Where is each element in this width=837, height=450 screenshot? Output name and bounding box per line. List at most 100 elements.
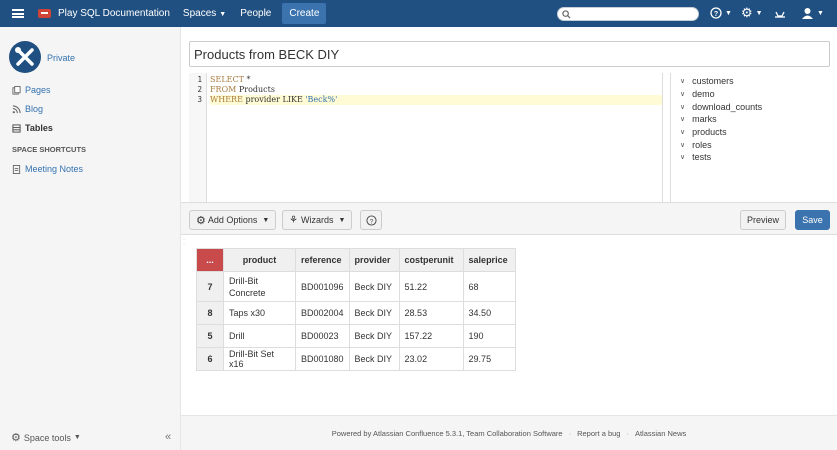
row-id[interactable]: 7 bbox=[196, 271, 224, 302]
space-sidebar: Private Pages Blog Tables SPACE SHORTCUT… bbox=[0, 27, 181, 450]
table-cell[interactable]: BD00023 bbox=[295, 324, 350, 348]
table-name: products bbox=[692, 127, 727, 138]
create-button[interactable]: Create bbox=[282, 3, 327, 24]
user-menu[interactable]: ▼ bbox=[801, 7, 824, 20]
notifications-button[interactable] bbox=[774, 7, 786, 19]
sidebar-item-label: Tables bbox=[25, 123, 53, 133]
column-header[interactable]: provider bbox=[348, 248, 400, 272]
wizards-label: Wizards bbox=[300, 215, 334, 225]
table-item-demo[interactable]: ∨ demo bbox=[680, 88, 762, 101]
collapse-sidebar-button[interactable]: « bbox=[165, 431, 171, 443]
table-item-tests[interactable]: ∨ tests bbox=[680, 151, 762, 164]
table-cell[interactable]: 51.22 bbox=[398, 271, 464, 302]
people-link[interactable]: People bbox=[240, 8, 271, 19]
row-id[interactable]: 8 bbox=[196, 301, 224, 325]
sql-text: * bbox=[243, 75, 251, 84]
table-item-products[interactable]: ∨ products bbox=[680, 126, 762, 139]
table-cell[interactable]: 29.75 bbox=[462, 347, 516, 371]
chevron-down-icon: ▼ bbox=[817, 10, 824, 17]
line-number: 1 bbox=[197, 75, 202, 84]
table-item-marks[interactable]: ∨ marks bbox=[680, 113, 762, 126]
space-tools-label: Space tools bbox=[23, 432, 71, 443]
table-name: demo bbox=[692, 89, 715, 100]
table-row: 6 Drill-Bit Set x16 BD001080 Beck DIY 23… bbox=[196, 347, 516, 371]
editor-toolbar: ⚙ Add Options ▼ ⚘ Wizards ▼ ? Preview Sa… bbox=[181, 202, 837, 235]
table-item-download-counts[interactable]: ∨ download_counts bbox=[680, 100, 762, 113]
table-cell[interactable]: Drill-Bit Set x16 bbox=[223, 347, 296, 371]
table-cell[interactable]: Drill-Bit Concrete bbox=[223, 271, 296, 302]
sidebar-item-pages[interactable]: Pages bbox=[12, 85, 51, 95]
space-avatar[interactable] bbox=[9, 41, 41, 73]
table-cell[interactable]: Beck DIY bbox=[348, 271, 400, 302]
spaces-menu[interactable]: Spaces ▼ bbox=[183, 8, 226, 19]
table-cell[interactable]: BD002004 bbox=[295, 301, 350, 325]
sql-editor[interactable]: 1 2 3 SELECT * FROM Products WHERE provi… bbox=[189, 73, 663, 202]
help-menu[interactable]: ? ▼ bbox=[710, 7, 732, 19]
preview-button[interactable]: Preview bbox=[740, 210, 786, 230]
table-cell[interactable]: Beck DIY bbox=[348, 347, 400, 371]
table-cell[interactable]: BD001096 bbox=[295, 271, 350, 302]
space-tools-menu[interactable]: ⚙ Space tools ▼ bbox=[11, 431, 81, 444]
add-options-label: Add Options bbox=[207, 215, 258, 225]
table-cell[interactable]: Beck DIY bbox=[348, 301, 400, 325]
tables-list: ∨ customers ∨ demo ∨ download_counts ∨ marks… bbox=[680, 75, 762, 164]
table-cell[interactable]: 23.02 bbox=[398, 347, 464, 371]
chevron-down-icon: ∨ bbox=[680, 103, 686, 111]
chevron-down-icon: ▼ bbox=[725, 9, 732, 17]
table-row: 5 Drill BD00023 Beck DIY 157.22 190 bbox=[196, 324, 516, 348]
column-header[interactable]: product bbox=[223, 248, 296, 272]
table-cell[interactable]: BD001080 bbox=[295, 347, 350, 371]
table-cell[interactable]: Drill bbox=[223, 324, 296, 348]
shortcut-label: Meeting Notes bbox=[25, 164, 84, 174]
sidebar-item-label: Pages bbox=[25, 85, 51, 95]
search-icon bbox=[562, 10, 571, 19]
svg-text:?: ? bbox=[369, 218, 373, 225]
settings-menu[interactable]: ⚙ ▼ bbox=[741, 6, 763, 19]
app-logo-icon[interactable] bbox=[38, 9, 51, 18]
footer-separator: · bbox=[626, 428, 629, 438]
sql-keyword: WHERE bbox=[210, 95, 243, 104]
sidebar-item-label: Blog bbox=[25, 104, 44, 114]
results-table: ... product reference provider costperun… bbox=[196, 248, 516, 371]
code-line: FROM Products bbox=[210, 85, 275, 95]
sql-text: Products bbox=[236, 85, 275, 94]
table-cell[interactable]: 68 bbox=[462, 271, 516, 302]
space-name-link[interactable]: Private bbox=[47, 53, 75, 63]
chevron-down-icon: ▼ bbox=[262, 216, 270, 224]
shortcut-meeting-notes[interactable]: Meeting Notes bbox=[12, 164, 83, 174]
sidebar-item-blog[interactable]: Blog bbox=[12, 104, 43, 114]
top-navigation-bar: Play SQL Documentation Spaces ▼ People Cr… bbox=[0, 0, 837, 27]
table-cell[interactable]: 34.50 bbox=[462, 301, 516, 325]
table-item-customers[interactable]: ∨ customers bbox=[680, 75, 762, 88]
sidebar-item-tables[interactable]: Tables bbox=[12, 123, 53, 133]
wizards-button[interactable]: ⚘ Wizards ▼ bbox=[282, 210, 353, 230]
table-cell[interactable]: Beck DIY bbox=[348, 324, 400, 348]
table-cell[interactable]: 157.22 bbox=[398, 324, 464, 348]
row-menu-button[interactable]: ... bbox=[196, 248, 224, 272]
table-cell[interactable]: Taps x30 bbox=[223, 301, 296, 325]
column-header[interactable]: reference bbox=[295, 248, 350, 272]
table-item-roles[interactable]: ∨ roles bbox=[680, 138, 762, 151]
table-cell[interactable]: 190 bbox=[462, 324, 516, 348]
add-options-button[interactable]: ⚙ Add Options ▼ bbox=[189, 210, 277, 230]
help-button[interactable]: ? bbox=[360, 210, 382, 230]
column-header[interactable]: saleprice bbox=[462, 248, 516, 272]
site-title-link[interactable]: Play SQL Documentation bbox=[58, 8, 170, 19]
menu-icon[interactable] bbox=[12, 9, 24, 18]
resize-handle[interactable]: · · bbox=[183, 237, 185, 247]
report-bug-link[interactable]: Report a bug bbox=[577, 429, 620, 438]
table-cell[interactable]: 28.53 bbox=[398, 301, 464, 325]
search-input[interactable] bbox=[557, 7, 699, 21]
table-name: customers bbox=[692, 76, 734, 87]
row-id[interactable]: 6 bbox=[196, 347, 224, 371]
notifications-icon bbox=[775, 11, 785, 18]
page-title-field[interactable]: Products from BECK DIY bbox=[189, 41, 830, 67]
column-header[interactable]: costperunit bbox=[398, 248, 464, 272]
editor-scrollbar[interactable] bbox=[663, 73, 671, 202]
blog-icon bbox=[12, 104, 21, 113]
atlassian-news-link[interactable]: Atlassian News bbox=[635, 429, 686, 438]
save-button[interactable]: Save bbox=[795, 210, 830, 230]
code-line: SELECT * bbox=[210, 75, 250, 85]
row-id[interactable]: 5 bbox=[196, 324, 224, 348]
powered-by-link[interactable]: Powered by Atlassian Confluence 5.3.1, T… bbox=[332, 429, 563, 438]
